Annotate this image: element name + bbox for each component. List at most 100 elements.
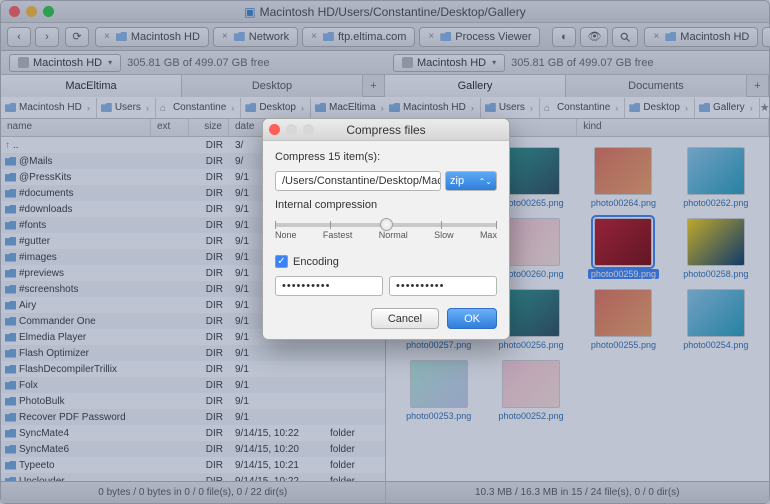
col-ext[interactable]: ext — [151, 119, 189, 136]
file-row[interactable]: SyncMate6DIR9/14/15, 10:20folder — [1, 441, 385, 457]
dialog-titlebar: Compress files — [263, 119, 509, 141]
breadcrumb-segment[interactable]: Desktop› — [241, 98, 311, 118]
col-kind[interactable]: kind — [577, 119, 769, 136]
thumbnail[interactable]: photo00253.png — [396, 360, 482, 421]
file-row[interactable]: Flash OptimizerDIR9/1 — [1, 345, 385, 361]
disk-icon — [18, 57, 29, 68]
titlebar: ▣Macintosh HD/Users/Constantine/Desktop/… — [1, 1, 769, 23]
breadcrumb-segment[interactable]: Users› — [481, 98, 540, 118]
reload-button[interactable]: ⟳ — [65, 27, 89, 47]
pane-tab[interactable]: Documents — [566, 75, 747, 97]
location-tab[interactable]: × Network — [213, 27, 298, 47]
volume-selector-right[interactable]: Macintosh HD — [393, 54, 505, 72]
status-bar: 0 bytes / 0 bytes in 0 / 0 file(s), 0 / … — [1, 481, 769, 503]
encoding-checkbox[interactable] — [275, 255, 288, 268]
file-row[interactable]: UnclouderDIR9/14/15, 10:22folder — [1, 473, 385, 481]
ftp-icon — [323, 32, 334, 41]
encoding-label: Encoding — [293, 256, 339, 268]
password-confirm-input[interactable]: •••••••••• — [389, 276, 497, 296]
folder-icon — [5, 205, 16, 214]
location-tab[interactable]: ×Process Viewer — [419, 27, 540, 47]
breadcrumb-segment[interactable]: MacEltima› — [311, 98, 385, 118]
breadcrumb-segment[interactable]: Constantine› — [540, 98, 625, 118]
close-tab-icon[interactable]: × — [104, 31, 110, 42]
file-row[interactable]: FlashDecompilerTrillixDIR9/1 — [1, 361, 385, 377]
folder-icon — [5, 333, 16, 342]
tab-label: Macintosh HD — [680, 31, 749, 43]
password-input[interactable]: •••••••••• — [275, 276, 383, 296]
folder-icon — [5, 461, 16, 470]
view-toggle-button[interactable]: ◐ — [552, 27, 576, 47]
breadcrumb-segment[interactable]: Macintosh HD› — [1, 98, 97, 118]
thumbnail-image — [502, 289, 560, 337]
compress-dialog: Compress files Compress 15 item(s): /Use… — [262, 118, 510, 340]
favorite-button[interactable]: ★ — [760, 101, 769, 114]
folder-icon — [101, 103, 112, 112]
folder-icon — [5, 477, 16, 482]
close-tab-icon[interactable]: × — [653, 31, 659, 42]
format-select[interactable]: zip — [445, 171, 497, 191]
breadcrumb-segment[interactable]: Desktop› — [625, 98, 695, 118]
file-row[interactable]: PhotoBulkDIR9/1 — [1, 393, 385, 409]
thumbnail[interactable]: photo00262.png — [673, 147, 759, 208]
thumbnail-image — [502, 147, 560, 195]
file-row[interactable]: TypeetoDIR9/14/15, 10:21folder — [1, 457, 385, 473]
folder-icon — [5, 103, 16, 112]
thumbnail[interactable]: photo00252.png — [488, 360, 574, 421]
network-icon — [234, 32, 245, 41]
thumbnail-image — [687, 218, 745, 266]
toolbar: ‹ › ⟳ × Macintosh HD × Network ×ftp.eltima.c… — [1, 23, 769, 51]
thumbnail[interactable]: photo00255.png — [580, 289, 666, 350]
folder-icon — [5, 301, 16, 310]
slider-knob[interactable] — [380, 218, 393, 231]
folder-icon — [5, 269, 16, 278]
encoding-checkbox-row[interactable]: Encoding — [275, 255, 497, 268]
thumbnail[interactable]: photo00254.png — [673, 289, 759, 350]
add-tab-button[interactable]: + — [747, 75, 769, 96]
close-tab-icon[interactable]: × — [311, 31, 317, 42]
folder-icon — [160, 103, 170, 113]
location-tab[interactable]: × Macintosh HD — [644, 27, 758, 47]
pane-tab[interactable]: Desktop — [182, 75, 363, 97]
compression-slider[interactable]: NoneFastestNormalSlowMax — [275, 219, 497, 247]
thumbnail[interactable]: photo00258.png — [673, 218, 759, 279]
breadcrumb-segment[interactable]: Constantine› — [156, 98, 241, 118]
thumbnail[interactable]: photo00259.png — [580, 218, 666, 279]
nav-back-button[interactable]: ‹ — [7, 27, 31, 47]
pane-tab[interactable]: Gallery — [385, 75, 566, 97]
ok-button[interactable]: OK — [447, 308, 497, 329]
pane-tab[interactable]: MacEltima — [1, 75, 182, 97]
file-row[interactable]: SyncMate4DIR9/14/15, 10:22folder — [1, 425, 385, 441]
breadcrumb-segment[interactable]: Gallery› — [695, 98, 760, 118]
file-row[interactable]: FolxDIR9/1 — [1, 377, 385, 393]
nav-forward-button[interactable]: › — [35, 27, 59, 47]
folder-icon — [245, 103, 256, 112]
folder-icon — [5, 285, 16, 294]
preview-button[interactable]: 👁 — [580, 27, 608, 47]
volume-selector-left[interactable]: Macintosh HD — [9, 54, 121, 72]
close-tab-icon[interactable]: × — [222, 31, 228, 42]
location-tab[interactable]: ×Macintosh HD — [95, 27, 209, 47]
location-tab[interactable]: ×ftp.eltima.com — [302, 27, 415, 47]
proc-icon — [440, 32, 451, 41]
thumbnail-label: photo00252.png — [499, 411, 564, 421]
thumbnail-image — [502, 218, 560, 266]
location-tab[interactable]: ×Network — [762, 27, 770, 47]
tab-label: Network — [249, 31, 289, 43]
disk-icon — [402, 57, 413, 68]
breadcrumb-segment[interactable]: Users› — [97, 98, 156, 118]
path-input[interactable]: /Users/Constantine/Desktop/MacElt — [275, 171, 441, 191]
search-button[interactable] — [612, 27, 638, 47]
breadcrumb-segment[interactable]: Macintosh HD› — [385, 98, 481, 118]
col-name[interactable]: name — [1, 119, 151, 136]
dialog-title: Compress files — [263, 123, 509, 137]
thumbnail-label: photo00262.png — [683, 198, 748, 208]
col-size[interactable]: size — [189, 119, 229, 136]
file-row[interactable]: Recover PDF PasswordDIR9/1 — [1, 409, 385, 425]
thumbnail-image — [594, 218, 652, 266]
cancel-button[interactable]: Cancel — [371, 308, 439, 329]
close-tab-icon[interactable]: × — [428, 31, 434, 42]
thumbnail[interactable]: photo00264.png — [580, 147, 666, 208]
folder-icon — [5, 397, 16, 406]
add-tab-button[interactable]: + — [363, 75, 385, 96]
